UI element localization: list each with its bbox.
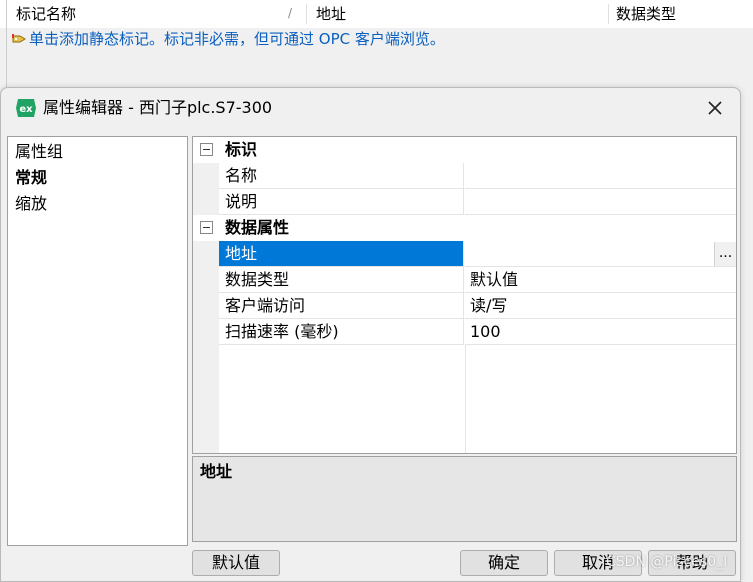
address-browse-button[interactable]: ... [714,242,736,266]
dialog-title: 属性编辑器 - 西门子plc.S7-300 [43,98,273,117]
column-divider [465,345,466,453]
property-value-address[interactable] [465,241,736,267]
property-group-list: 属性组 常规 缩放 [7,136,188,546]
property-name: 数据类型 [219,267,464,293]
column-header-data-type[interactable]: 数据类型 [616,3,676,25]
dialog-titlebar[interactable]: ex 属性编辑器 - 西门子plc.S7-300 [1,88,740,128]
row-gutter [193,267,219,293]
tag-icon [12,33,26,45]
ok-button[interactable]: 确定 [460,550,548,576]
property-row-address[interactable]: 地址 ... [193,241,736,267]
property-row-description[interactable]: 说明 [193,189,736,215]
property-name: 地址 [219,241,464,267]
default-button[interactable]: 默认值 [192,550,280,576]
collapse-icon[interactable] [200,143,213,156]
property-name: 说明 [219,189,464,215]
grid-empty-area [193,345,736,453]
description-panel: 地址 [192,456,737,542]
column-header-address[interactable]: 地址 [316,3,346,25]
property-value-name[interactable] [465,163,736,189]
hint-text: 单击添加静态标记。标记非必需，但可通过 OPC 客户端浏览。 [29,30,445,48]
collapse-icon[interactable] [200,221,213,234]
property-group-general[interactable]: 常规 [15,167,47,189]
close-icon [708,101,722,115]
property-name: 扫描速率 (毫秒) [219,319,464,345]
property-editor-dialog: ex 属性编辑器 - 西门子plc.S7-300 属性组 常规 缩放 标识 名称… [0,87,741,582]
add-static-tag-hint[interactable]: 单击添加静态标记。标记非必需，但可通过 OPC 客户端浏览。 [12,30,445,48]
row-gutter [193,189,219,215]
property-row-data-type[interactable]: 数据类型 默认值 [193,267,736,293]
property-value-description[interactable] [465,189,736,215]
category-label: 数据属性 [225,218,290,237]
close-button[interactable] [701,96,729,120]
property-row-scan-rate[interactable]: 扫描速率 (毫秒) 100 [193,319,736,345]
row-gutter [193,241,219,267]
property-value-scan-rate[interactable]: 100 [465,319,736,345]
category-identification[interactable]: 标识 [193,137,736,163]
property-group-scaling[interactable]: 缩放 [15,193,47,215]
row-gutter [193,345,219,453]
property-name: 客户端访问 [219,293,464,319]
column-divider [306,4,307,24]
kepserver-app-icon: ex [15,98,37,118]
property-row-client-access[interactable]: 客户端访问 读/写 [193,293,736,319]
property-grid: 标识 名称 说明 数据属性 地址 ... 数据类型 默认值 客户端访问 读/写 … [192,136,737,454]
row-gutter [193,293,219,319]
category-data-properties[interactable]: 数据属性 [193,215,736,241]
tag-table-header: 标记名称 / 地址 数据类型 [0,0,753,28]
background-divider [6,0,7,90]
description-title: 地址 [200,462,233,481]
column-header-tag-name[interactable]: 标记名称 [16,3,76,25]
property-name: 名称 [219,163,464,189]
row-gutter [193,163,219,189]
column-divider [608,4,609,24]
watermark: CSDN @Pisces0_l [606,554,728,570]
row-gutter [193,319,219,345]
property-group-heading: 属性组 [15,142,64,161]
app-icon-label: ex [19,104,33,115]
property-row-name[interactable]: 名称 [193,163,736,189]
column-resize-handle[interactable]: / [288,6,292,20]
property-value-data-type[interactable]: 默认值 [465,267,736,293]
category-label: 标识 [225,140,258,159]
property-value-client-access[interactable]: 读/写 [465,293,736,319]
